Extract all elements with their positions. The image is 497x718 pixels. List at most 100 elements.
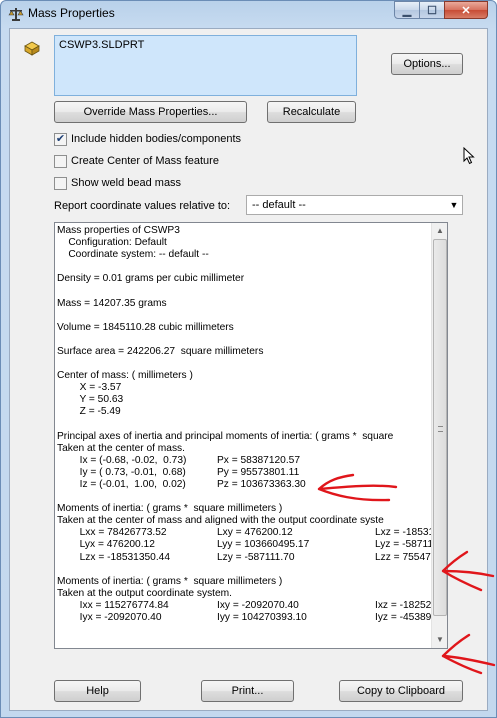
scrollbar-thumb[interactable] [433, 239, 447, 616]
results-line [57, 564, 432, 576]
help-button[interactable]: Help [54, 680, 141, 702]
results-cell: Moments of inertia: ( grams * square mil… [57, 575, 283, 587]
results-line: Moments of inertia: ( grams * square mil… [57, 503, 432, 515]
results-line: Configuration: Default [57, 237, 432, 249]
results-cell: Px = 58387120.57 [217, 454, 300, 466]
results-cell: Mass = 14207.35 grams [57, 297, 167, 309]
create-center-of-mass-checkbox[interactable] [54, 154, 67, 168]
copy-button-label: Copy to Clipboard [356, 685, 446, 697]
results-textbox[interactable]: Mass properties of CSWP3 Configuration: … [54, 222, 448, 649]
coordinate-system-select[interactable]: -- default -- ▼ [246, 195, 463, 215]
create-center-of-mass-option[interactable]: Create Center of Mass feature [54, 153, 219, 169]
results-cell: Lyz = -587111.7 [375, 539, 432, 551]
results-cell: Lxy = 476200.12 [217, 527, 293, 539]
scroll-up-icon[interactable]: ▲ [432, 223, 447, 239]
override-button-label: Override Mass Properties... [83, 106, 218, 118]
show-weld-bead-mass-checkbox[interactable] [54, 176, 67, 190]
print-button-label: Print... [231, 685, 264, 697]
close-icon: ✕ [461, 4, 471, 17]
results-cell: Z = -5.49 [57, 406, 121, 418]
results-cell: Iyy = 104270393.10 [217, 612, 307, 623]
part-file-icon [24, 41, 40, 56]
include-hidden-bodies-label: Include hidden bodies/components [71, 133, 242, 145]
results-cell: Volume = 1845110.28 cubic millimeters [57, 321, 234, 333]
show-weld-bead-mass-option[interactable]: Show weld bead mass [54, 175, 181, 191]
chevron-down-icon: ▼ [449, 200, 459, 210]
results-line: Z = -5.49 [57, 406, 432, 418]
results-cell: Surface area = 242206.27 square millimet… [57, 345, 264, 357]
results-cell: Ixz = -1825268 [375, 599, 432, 611]
results-line [57, 310, 432, 322]
results-line: Center of mass: ( millimeters ) [57, 370, 432, 382]
results-line [57, 285, 432, 297]
results-line: Density = 0.01 grams per cubic millimete… [57, 273, 432, 285]
results-cell: Ix = (-0.68, -0.02, 0.73) [57, 454, 187, 466]
results-scrollbar[interactable]: ▲ ▼ [431, 223, 447, 648]
minimize-button[interactable]: ▁ [394, 1, 420, 19]
dialog-body: CSWP3.SLDPRT Options... Override Mass Pr… [9, 28, 488, 711]
scrollbar-grip-icon [438, 426, 443, 432]
include-hidden-bodies-checkbox[interactable]: ✔ [54, 132, 67, 146]
selected-item[interactable]: CSWP3.SLDPRT [59, 39, 144, 51]
help-button-label: Help [86, 685, 109, 697]
coordinate-system-value: -- default -- [252, 199, 306, 211]
show-weld-bead-mass-label: Show weld bead mass [71, 177, 182, 189]
selected-items-list[interactable]: CSWP3.SLDPRT [54, 35, 357, 96]
scroll-down-icon[interactable]: ▼ [432, 632, 447, 648]
options-button-label: Options... [403, 58, 451, 70]
results-cell: Taken at the center of mass and aligned … [57, 515, 384, 527]
results-cell: Iyx = -2092070.40 [57, 612, 162, 623]
results-cell: Lzz = 7554701€ [375, 551, 432, 563]
results-line: Iz = (-0.01, 1.00, 0.02) Pz = 103673363.3… [57, 479, 432, 491]
results-cell: Py = 95573801.11 [217, 466, 300, 478]
create-center-of-mass-label: Create Center of Mass feature [71, 155, 219, 167]
balance-scale-icon [8, 8, 24, 21]
results-cell: Lyx = 476200.12 [57, 539, 155, 551]
results-text: Mass properties of CSWP3 Configuration: … [55, 223, 432, 648]
results-line [57, 334, 432, 346]
report-coordinates-label: Report coordinate values relative to: [54, 200, 231, 212]
results-line: Ix = (-0.68, -0.02, 0.73) Px = 58387120.5… [57, 455, 432, 467]
results-cell: Iz = (-0.01, 1.00, 0.02) [57, 478, 186, 490]
results-cell: Density = 0.01 grams per cubic millimete… [57, 273, 245, 285]
results-line: X = -3.57 [57, 382, 432, 394]
results-cell: Taken at the center of mass. [57, 442, 185, 454]
title-bar[interactable]: Mass Properties ▁ ☐ ✕ [1, 1, 496, 27]
results-cell: Center of mass: ( millimeters ) [57, 370, 193, 382]
print-button[interactable]: Print... [201, 680, 294, 702]
override-mass-properties-button[interactable]: Override Mass Properties... [54, 101, 247, 123]
maximize-button[interactable]: ☐ [419, 1, 445, 19]
results-line: Mass = 14207.35 grams [57, 298, 432, 310]
results-cell: Iyz = -4538972 [375, 612, 432, 623]
results-cell: Moments of inertia: ( grams * square mil… [57, 503, 283, 515]
results-cell: Y = 50.63 [57, 394, 124, 406]
mouse-cursor-icon [463, 147, 475, 165]
maximize-icon: ☐ [427, 4, 437, 17]
results-line: Lzx = -18531350.44 Lzy = -587111.70 Lzz = … [57, 552, 432, 564]
results-cell: Principal axes of inertia and principal … [57, 430, 394, 442]
minimize-icon: ▁ [402, 4, 412, 17]
results-cell: Lzx = -18531350.44 [57, 551, 170, 563]
results-cell: Ixy = -2092070.40 [217, 599, 299, 611]
options-button[interactable]: Options... [391, 53, 463, 75]
results-line: Mass properties of CSWP3 [57, 225, 432, 237]
copy-to-clipboard-button[interactable]: Copy to Clipboard [339, 680, 463, 702]
results-line: Volume = 1845110.28 cubic millimeters [57, 322, 432, 334]
include-hidden-bodies-option[interactable]: ✔ Include hidden bodies/components [54, 131, 241, 147]
results-line: Lyx = 476200.12 Lyy = 103660495.17 Lyz = -… [57, 539, 432, 551]
results-line: Ixx = 115276774.84 Ixy = -2092070.40 Ixz =… [57, 600, 432, 612]
recalculate-button[interactable]: Recalculate [267, 101, 356, 123]
results-line: Iy = ( 0.73, -0.01, 0.68) Py = 95573801.1… [57, 467, 432, 479]
results-cell: Pz = 103673363.30 [217, 478, 306, 490]
results-line [57, 358, 432, 370]
close-button[interactable]: ✕ [444, 1, 488, 19]
results-line: Principal axes of inertia and principal … [57, 431, 432, 443]
results-line: Coordinate system: -- default -- [57, 249, 432, 261]
results-line [57, 491, 432, 503]
results-line: Y = 50.63 [57, 394, 432, 406]
recalculate-button-label: Recalculate [282, 106, 341, 118]
results-cell: Coordinate system: -- default -- [57, 249, 209, 261]
results-cell: Lxz = -1853135 [375, 527, 432, 539]
results-line [57, 419, 432, 431]
results-cell: Lxx = 78426773.52 [57, 527, 167, 539]
